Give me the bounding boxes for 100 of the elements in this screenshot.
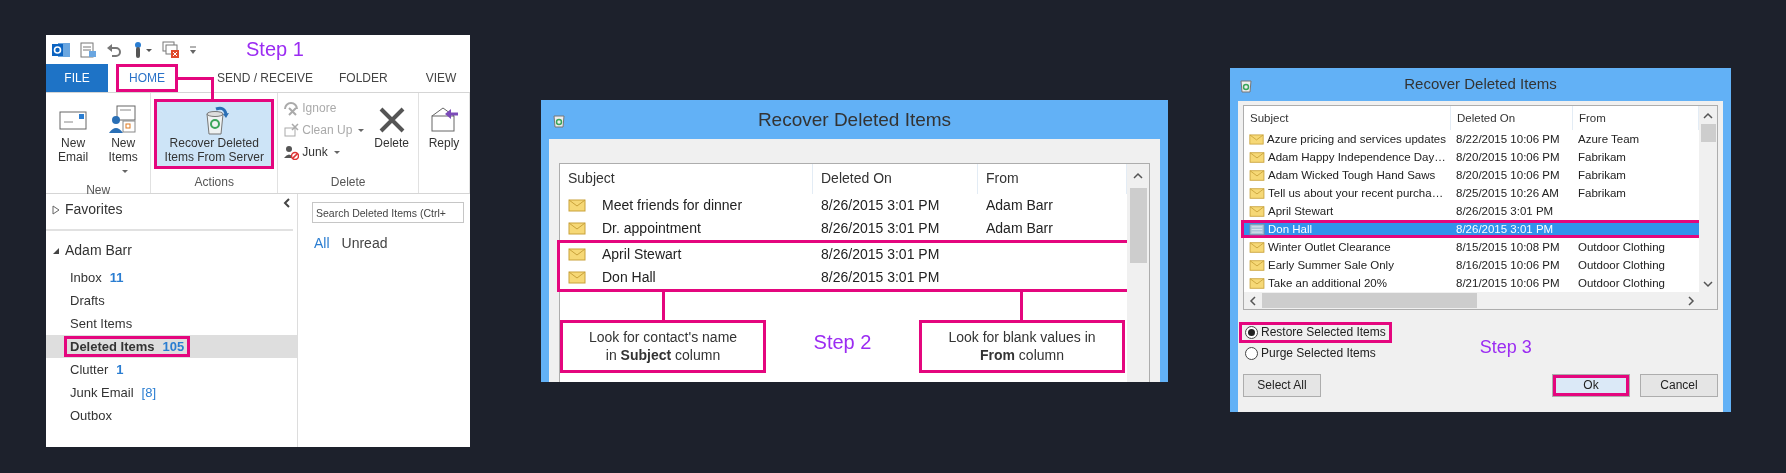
scroll-left-icon[interactable] bbox=[1249, 295, 1257, 306]
scroll-down-icon[interactable] bbox=[1703, 280, 1713, 289]
envelope-icon bbox=[1249, 186, 1265, 200]
table-cell: 8/26/2015 3:01 PM bbox=[821, 219, 940, 237]
scrollbar-thumb[interactable] bbox=[1262, 293, 1477, 309]
callout-box: Look for contact's name in Subject column bbox=[560, 319, 766, 374]
list-row[interactable]: Azure pricing and services updates 8/22/2015 10:06 PM Azure Team bbox=[1244, 130, 1699, 149]
filter-tab[interactable]: Unread bbox=[335, 235, 394, 253]
list-row[interactable]: Take an additional 20% 8/21/2015 10:06 PM Outdoor Clothing bbox=[1244, 274, 1699, 293]
folder-item[interactable]: Sent Items bbox=[46, 312, 297, 335]
scroll-right-icon[interactable] bbox=[1687, 295, 1695, 306]
list-row[interactable]: Adam Happy Independence Day… 8/20/2015 10:06 PM Fabrikam bbox=[1244, 148, 1699, 167]
step-label: Step 2 bbox=[813, 329, 872, 355]
unread-count: 1 bbox=[116, 361, 124, 378]
folder-item[interactable]: Drafts bbox=[46, 289, 297, 312]
table-cell: 8/26/2015 3:01 PM bbox=[821, 196, 940, 214]
customize-toolbar-icon[interactable] bbox=[189, 43, 197, 56]
collapse-icon[interactable] bbox=[283, 198, 291, 208]
unread-count: 11 bbox=[109, 269, 124, 286]
folder-item[interactable]: Junk Email [8] bbox=[46, 381, 297, 404]
ribbon-button[interactable]: Delete bbox=[368, 99, 415, 155]
scroll-up-icon[interactable] bbox=[1133, 172, 1143, 180]
window-title: Recover Deleted Items bbox=[756, 107, 953, 132]
list-row[interactable]: Adam Wicked Tough Hand Saws 8/20/2015 10:06 PM Fabrikam bbox=[1244, 166, 1699, 185]
radio-button[interactable] bbox=[1245, 326, 1258, 340]
list-row[interactable]: April Stewart 8/26/2015 3:01 PM bbox=[1244, 202, 1699, 221]
unread-count: [8] bbox=[141, 384, 157, 401]
folder-name: Deleted Items bbox=[70, 338, 155, 355]
ribbon-button[interactable]: Reply bbox=[422, 99, 466, 155]
folder-item[interactable]: Clutter 1 bbox=[46, 358, 297, 381]
collapsed-icon bbox=[52, 204, 60, 215]
table-cell: Adam Barr bbox=[986, 196, 1053, 214]
envelope-icon bbox=[568, 197, 586, 213]
radio-option[interactable]: Purge Selected Items bbox=[1239, 343, 1392, 365]
vertical-scrollbar[interactable] bbox=[1699, 106, 1717, 293]
folder-item[interactable]: Deleted Items 105 bbox=[46, 335, 297, 358]
envelope-icon bbox=[1249, 276, 1265, 290]
envelope-icon bbox=[1249, 204, 1265, 218]
scrollbar-thumb[interactable] bbox=[1129, 188, 1147, 263]
send-receive-icon[interactable] bbox=[79, 40, 97, 59]
undo-icon[interactable] bbox=[106, 41, 122, 58]
ribbon-tab[interactable]: VIEW bbox=[412, 64, 470, 92]
table-cell: Adam Barr bbox=[986, 219, 1053, 237]
ribbon-tab[interactable]: FILE bbox=[46, 64, 108, 92]
envelope-icon bbox=[568, 246, 586, 262]
radio-option[interactable]: Restore Selected Items bbox=[1239, 322, 1392, 344]
folder-item[interactable]: Outbox bbox=[46, 404, 297, 427]
folder-name: Inbox bbox=[70, 269, 102, 286]
step-label: Step 3 bbox=[1479, 336, 1532, 360]
clean-up-icon bbox=[283, 122, 300, 138]
ignore-icon bbox=[283, 100, 300, 116]
ribbon-tab[interactable]: SEND / RECEIVE bbox=[204, 64, 327, 92]
list-row[interactable]: Winter Outlet Clearance 8/15/2015 10:08 PM Outdoor Clothing bbox=[1244, 238, 1699, 257]
ribbon-tab[interactable]: FOLDER bbox=[326, 64, 401, 92]
dialog-button[interactable]: Ok bbox=[1552, 374, 1630, 398]
column-header[interactable]: Subject bbox=[1244, 106, 1451, 131]
dialog-button[interactable]: Select All bbox=[1243, 374, 1321, 398]
group-label: Actions bbox=[193, 175, 235, 191]
leader-line bbox=[178, 77, 215, 99]
folder-name: Sent Items bbox=[70, 315, 133, 332]
list-row[interactable]: Early Summer Sale Only 8/16/2015 10:06 PM Outdoor Clothing bbox=[1244, 256, 1699, 275]
column-header[interactable]: Deleted On bbox=[1451, 106, 1573, 131]
tree-item[interactable]: Favorites bbox=[46, 200, 297, 219]
envelope-icon bbox=[568, 220, 586, 236]
ribbon-button[interactable]: Recover Deleted Items From Server bbox=[154, 99, 275, 169]
window-title: Recover Deleted Items bbox=[1403, 75, 1558, 94]
envelope-icon bbox=[1249, 168, 1265, 182]
ribbon-tab[interactable]: HOME bbox=[116, 64, 178, 92]
folder-name: Drafts bbox=[70, 292, 105, 309]
table-cell: 8/26/2015 3:01 PM bbox=[821, 268, 940, 286]
envelope-icon bbox=[1249, 240, 1265, 254]
column-header[interactable]: Subject bbox=[560, 164, 813, 194]
search-field[interactable]: Search Deleted Items (Ctrl+ bbox=[312, 202, 464, 223]
column-header[interactable]: Deleted On bbox=[813, 164, 978, 194]
scrollbar-thumb[interactable] bbox=[1700, 124, 1716, 142]
table-cell: Don Hall bbox=[602, 268, 656, 286]
filter-tab[interactable]: All bbox=[308, 235, 336, 253]
ribbon-button[interactable]: New Items bbox=[99, 99, 148, 183]
delete-folder-icon[interactable] bbox=[162, 40, 180, 59]
vertical-scrollbar[interactable] bbox=[1127, 164, 1149, 382]
radio-button[interactable] bbox=[1245, 347, 1258, 361]
callout-box: Look for blank values in From column bbox=[919, 319, 1125, 374]
envelope-icon bbox=[1249, 258, 1265, 272]
step-label: Step 1 bbox=[246, 37, 304, 62]
scroll-up-icon[interactable] bbox=[1703, 112, 1713, 120]
group-label: New bbox=[85, 183, 112, 198]
horizontal-scrollbar[interactable] bbox=[1244, 292, 1717, 310]
folder-item[interactable]: Inbox 11 bbox=[46, 266, 297, 289]
table-cell: 8/26/2015 3:01 PM bbox=[821, 245, 940, 263]
table-cell: Dr. appointment bbox=[602, 219, 701, 237]
list-row[interactable]: Tell us about your recent purcha… 8/25/2015 10:26 AM Fabrikam bbox=[1244, 184, 1699, 203]
contact-card-icon bbox=[1249, 222, 1265, 236]
folder-name: Junk Email bbox=[70, 384, 134, 401]
unread-count: 105 bbox=[162, 338, 185, 355]
dialog-button[interactable]: Cancel bbox=[1640, 374, 1718, 398]
tree-item[interactable]: Adam Barr bbox=[46, 241, 297, 260]
junk-icon bbox=[283, 144, 300, 160]
ribbon-button[interactable]: New Email bbox=[49, 99, 98, 169]
ribbon-button[interactable]: Junk bbox=[281, 143, 367, 161]
folder-name: Outbox bbox=[70, 407, 112, 424]
